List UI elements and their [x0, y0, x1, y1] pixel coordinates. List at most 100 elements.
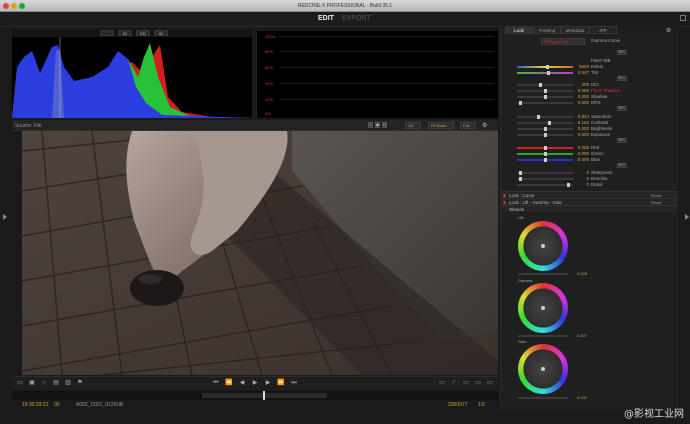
out-point-button[interactable]: O	[382, 122, 387, 128]
gain-wheel[interactable]	[518, 344, 568, 394]
contrast-slider[interactable]	[517, 121, 573, 125]
go-to-end-icon[interactable]: ⏭	[290, 380, 298, 387]
panel-settings-icon[interactable]: ⚙	[666, 27, 671, 34]
speed-readout: 1/2	[478, 402, 485, 408]
lift-wheel[interactable]	[518, 221, 568, 271]
playhead[interactable]	[263, 391, 265, 400]
shadow-slider[interactable]	[517, 95, 573, 99]
play-icon[interactable]: ▶	[251, 380, 259, 387]
gain-slider[interactable]	[518, 397, 568, 399]
gain-value[interactable]: 0.000	[577, 395, 587, 400]
denoise-slider[interactable]	[517, 177, 573, 181]
mc-button[interactable]: M C	[617, 163, 627, 168]
section-disable-icon[interactable]	[503, 194, 506, 197]
exposure-value[interactable]: 0.000	[575, 132, 589, 137]
lift-slider[interactable]	[518, 273, 568, 275]
viewer-toolbar: Source: File I ◆ O 1/2 Fit Mode Full ⚙	[12, 120, 498, 131]
video-viewer[interactable]	[22, 131, 498, 375]
in-point-button[interactable]: I	[368, 122, 373, 128]
detail-slider[interactable]	[517, 183, 573, 187]
tab-export[interactable]: EXPORT	[342, 15, 371, 22]
mc-button[interactable]: M C	[617, 76, 627, 81]
green-label: Green	[591, 151, 604, 156]
blue-value[interactable]: 0.000	[575, 157, 589, 162]
mc-button[interactable]: M C	[617, 138, 627, 143]
flut-slider[interactable]	[517, 89, 573, 93]
quality-select[interactable]: Full	[460, 122, 476, 129]
blue-slider[interactable]	[517, 158, 573, 162]
tab-framing[interactable]: Framing	[533, 26, 561, 34]
saturation-value[interactable]: 0.844	[575, 114, 589, 119]
tab-edit[interactable]: EDIT	[318, 15, 334, 22]
iso-value[interactable]: 400	[575, 82, 589, 87]
step-back-icon[interactable]: ◀	[238, 380, 246, 387]
collapse-right-icon[interactable]	[685, 214, 689, 220]
kelvin-slider[interactable]	[517, 65, 573, 69]
image-icon[interactable]: ▤	[52, 380, 60, 387]
shadow-value[interactable]: 0.000	[575, 94, 589, 99]
timecode: 15:30:29:21	[22, 402, 49, 408]
green-value[interactable]: 0.000	[575, 151, 589, 156]
viewer-settings-icon[interactable]: ⚙	[482, 122, 487, 129]
drx-value[interactable]: 0.000	[575, 100, 589, 105]
gamma-wheel-label: Gamma	[518, 278, 533, 283]
saturation-slider[interactable]	[517, 115, 573, 119]
histogram-mode-button[interactable]: ID	[118, 30, 132, 36]
mc-button[interactable]: M C	[617, 50, 627, 55]
link-icon[interactable]: ∕	[450, 380, 458, 387]
snapshot-icon[interactable]: ▣	[28, 380, 36, 387]
iso-slider[interactable]	[517, 83, 573, 87]
gamma-select[interactable]: REDgamma3	[541, 38, 585, 45]
blue-label: Blue	[591, 157, 601, 162]
fit-mode-select[interactable]: Fit Mode	[428, 122, 454, 129]
sharpness-value[interactable]: 0	[575, 170, 589, 175]
green-slider[interactable]	[517, 152, 573, 156]
detail-value[interactable]: 0	[575, 182, 589, 187]
section-curve[interactable]: Look : Curve Reset	[501, 191, 678, 198]
loop-icon[interactable]: ○	[40, 380, 48, 387]
gamma-value[interactable]: 0.007	[577, 333, 587, 338]
step-forward-icon[interactable]: ▶	[264, 380, 272, 387]
mark-button[interactable]: ◆	[375, 122, 380, 128]
tint-slider[interactable]	[517, 71, 573, 75]
previous-clip-icon[interactable]: ⏪	[225, 380, 233, 387]
denoise-value[interactable]: 0	[575, 176, 589, 181]
tab-metadata[interactable]: Metadata	[561, 26, 589, 34]
monitor-icon[interactable]: ▭	[438, 380, 446, 387]
gamma-wheel[interactable]	[518, 283, 568, 333]
section-disable-icon[interactable]	[503, 201, 506, 204]
split-view-icon[interactable]: ▭	[474, 380, 482, 387]
red-slider[interactable]	[517, 146, 573, 150]
section-wheels[interactable]: Wheels	[501, 205, 678, 212]
brightness-value[interactable]: 0.000	[575, 126, 589, 131]
fullscreen-icon[interactable]	[680, 15, 686, 21]
flut-value[interactable]: 0.000	[575, 88, 589, 93]
drx-slider[interactable]	[517, 101, 573, 105]
layout-icon[interactable]: ▭	[462, 380, 470, 387]
tab-look[interactable]: Look	[505, 26, 533, 34]
brightness-slider[interactable]	[517, 127, 573, 131]
lift-value[interactable]: 0.008	[577, 271, 587, 276]
gamma-slider[interactable]	[518, 335, 568, 337]
mc-button[interactable]: M C	[617, 106, 627, 111]
zoom-select[interactable]: 1/2	[405, 122, 421, 129]
kelvin-value[interactable]: 5600	[575, 64, 589, 69]
contrast-value[interactable]: 0.162	[575, 120, 589, 125]
next-clip-icon[interactable]: ⏩	[277, 380, 285, 387]
tint-value[interactable]: 0.047	[575, 70, 589, 75]
exposure-slider[interactable]	[517, 133, 573, 137]
camera-icon[interactable]: ▭	[16, 380, 24, 387]
red-value[interactable]: 0.000	[575, 145, 589, 150]
histogram-mode-button[interactable]: ED	[136, 30, 150, 36]
sharpness-slider[interactable]	[517, 171, 573, 175]
fullscreen-view-icon[interactable]: ▭	[486, 380, 494, 387]
section-lift-gamma-gain[interactable]: Look : Lift - Gamma - Gain Reset	[501, 198, 678, 205]
timeline-scrubber[interactable]	[12, 391, 498, 400]
histogram-mode-button[interactable]: ID	[154, 30, 168, 36]
export-frame-icon[interactable]: ▥	[64, 380, 72, 387]
histogram-mode-button[interactable]	[100, 30, 114, 36]
tab-ipp[interactable]: IPP	[589, 26, 617, 34]
go-to-start-icon[interactable]: ⏮	[212, 380, 220, 387]
collapse-left-icon[interactable]	[3, 214, 7, 220]
flag-icon[interactable]: ⚑	[76, 380, 84, 387]
